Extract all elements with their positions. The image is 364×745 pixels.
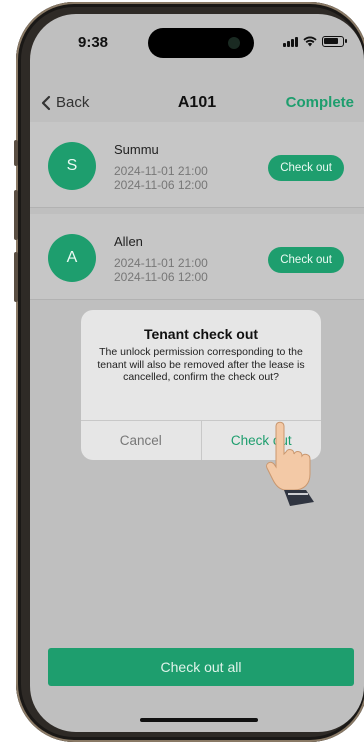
phone-volume-up-button (14, 190, 18, 240)
lease-end-date: 2024-11-06 12:00 (114, 270, 208, 284)
tenant-row-allen: A Allen 2024-11-01 21:00 2024-11-06 12:0… (30, 214, 364, 300)
phone-side-button (14, 140, 18, 166)
battery-icon (322, 36, 347, 47)
check-out-all-button[interactable]: Check out all (48, 648, 354, 686)
tenant-list: S Summu 2024-11-01 21:00 2024-11-06 12:0… (30, 122, 364, 300)
status-bar: 9:38 (30, 14, 364, 68)
lease-end-date: 2024-11-06 12:00 (114, 178, 208, 192)
status-icons (283, 36, 347, 47)
app-screen: 9:38 Back A101 Complete S Summu 2024-11-… (30, 14, 364, 732)
dynamic-island (148, 28, 254, 58)
tenant-name: Summu (114, 142, 159, 157)
signal-icon (283, 37, 298, 47)
navigation-bar: Back A101 Complete (30, 84, 364, 122)
home-indicator[interactable] (140, 718, 258, 722)
status-time: 9:38 (78, 34, 109, 51)
pointing-hand-icon (266, 421, 314, 506)
wifi-icon (303, 36, 317, 47)
tenant-avatar: S (48, 142, 96, 190)
tenant-name: Allen (114, 234, 143, 249)
complete-button[interactable]: Complete (286, 94, 354, 111)
check-out-button[interactable]: Check out (268, 155, 344, 181)
tenant-avatar: A (48, 234, 96, 282)
check-out-button[interactable]: Check out (268, 247, 344, 273)
dialog-cancel-button[interactable]: Cancel (81, 421, 202, 460)
dialog-message: The unlock permission corresponding to t… (97, 346, 305, 383)
front-camera-icon (228, 37, 240, 49)
lease-start-date: 2024-11-01 21:00 (114, 256, 208, 270)
lease-start-date: 2024-11-01 21:00 (114, 164, 208, 178)
dialog-title: Tenant check out (143, 326, 259, 342)
phone-volume-down-button (14, 252, 18, 302)
tenant-row-summu: S Summu 2024-11-01 21:00 2024-11-06 12:0… (30, 122, 364, 208)
